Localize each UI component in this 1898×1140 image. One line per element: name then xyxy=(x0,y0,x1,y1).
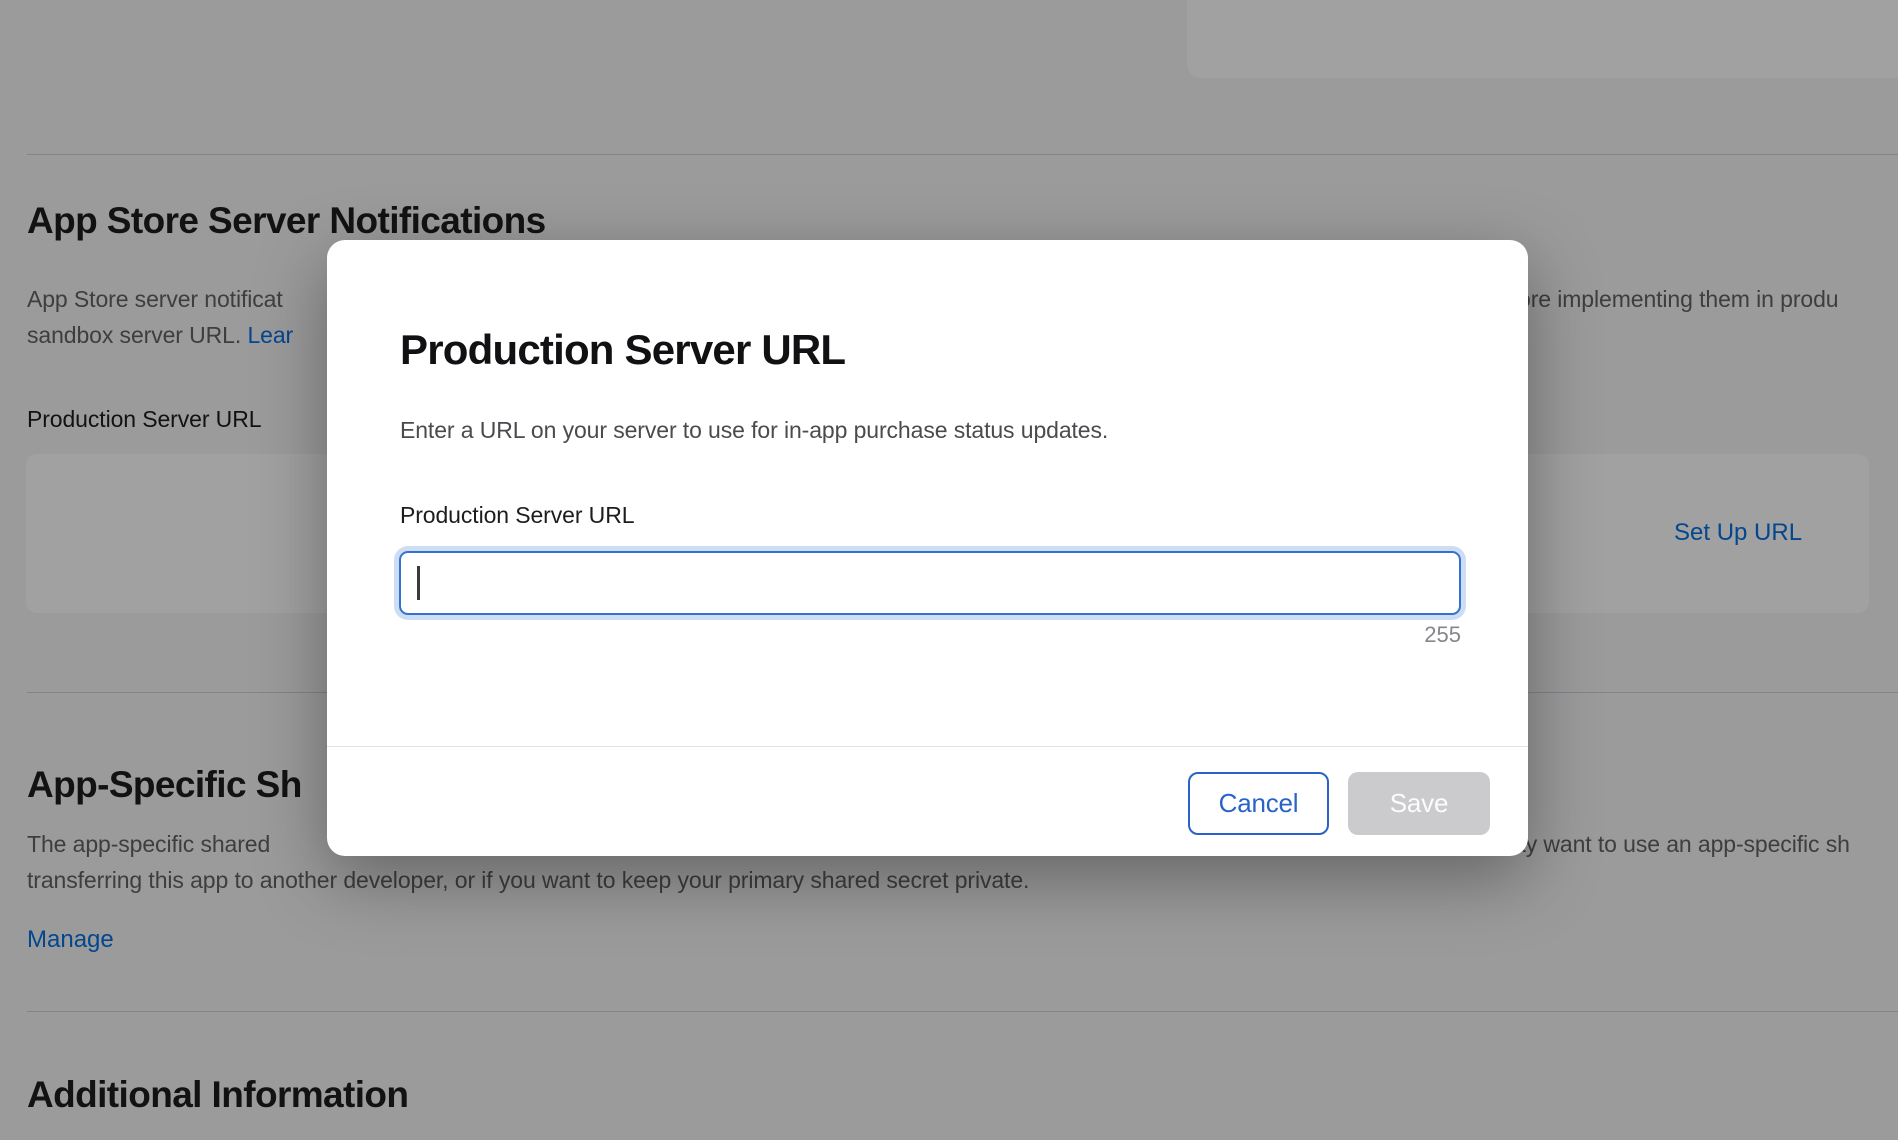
production-server-url-dialog: Production Server URL Enter a URL on you… xyxy=(327,240,1528,856)
app-store-connect-page: App Store Server Notifications App Store… xyxy=(0,0,1898,1140)
dialog-title: Production Server URL xyxy=(400,326,845,374)
cancel-button[interactable]: Cancel xyxy=(1188,772,1329,835)
production-server-url-input[interactable] xyxy=(399,551,1461,615)
dialog-footer-divider xyxy=(327,746,1528,747)
dialog-description: Enter a URL on your server to use for in… xyxy=(400,416,1108,444)
character-counter: 255 xyxy=(1424,622,1461,648)
production-server-url-field-label: Production Server URL xyxy=(400,502,634,529)
save-button[interactable]: Save xyxy=(1348,772,1490,835)
text-caret xyxy=(417,566,420,600)
